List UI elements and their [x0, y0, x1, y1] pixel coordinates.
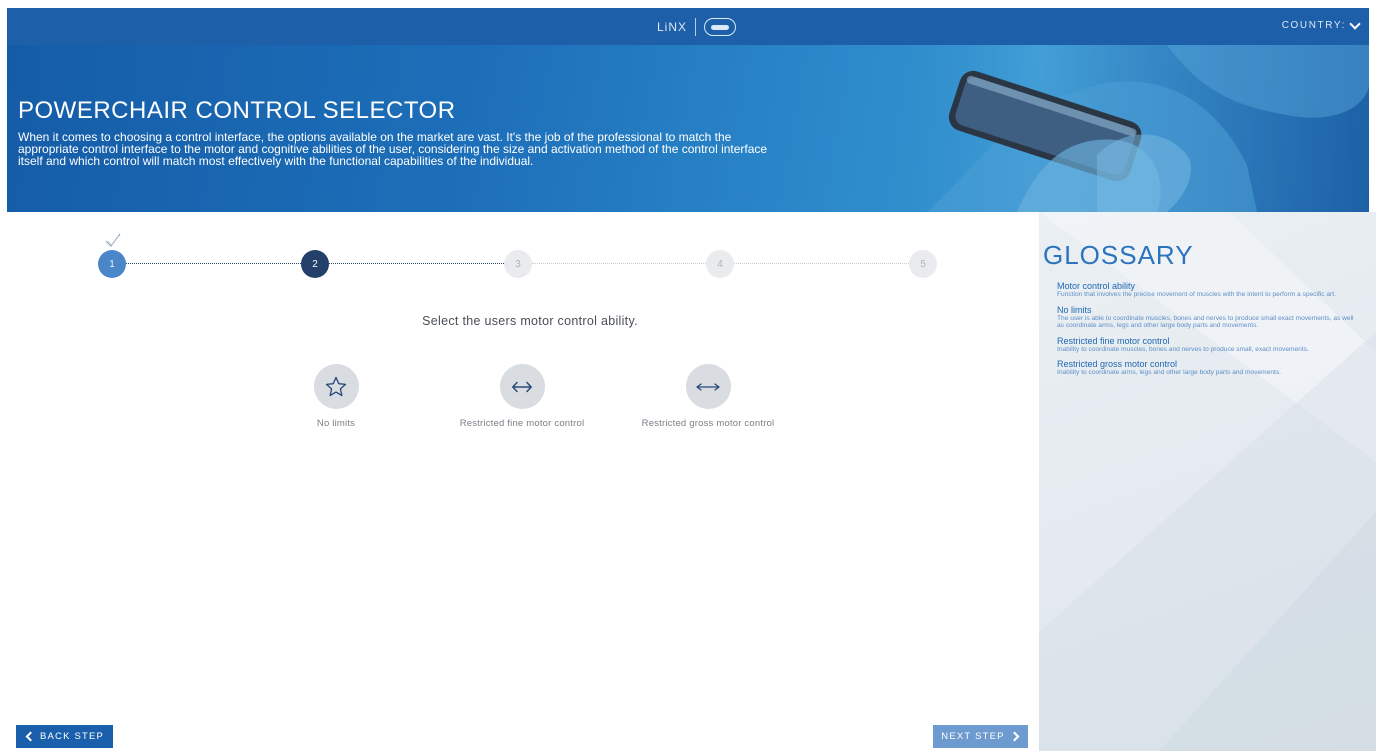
option-circle: [685, 364, 731, 409]
page-title: POWERCHAIR CONTROL SELECTOR: [18, 97, 456, 124]
step-4: 4: [706, 250, 734, 278]
step-connector: [734, 263, 909, 264]
step-connector: [329, 263, 504, 264]
glossary-term: Restricted fine motor control: [1057, 335, 1170, 346]
option-no-limits[interactable]: No limits: [251, 364, 421, 429]
hero-photo-hand-phone: [867, 45, 1369, 212]
glossary-entry: Motor control ability Function that invo…: [1057, 281, 1362, 299]
glossary-term: No limits: [1057, 304, 1092, 315]
next-step-button[interactable]: NEXT STEP: [933, 725, 1028, 748]
hero-description: When it comes to choosing a control inte…: [18, 130, 768, 168]
step-progress: 1 2 3 4 5: [98, 250, 938, 280]
option-label: Restricted fine motor control: [459, 418, 585, 429]
glossary-term: Restricted gross motor control: [1057, 359, 1178, 369]
hero-banner: POWERCHAIR CONTROL SELECTOR When it come…: [7, 45, 1369, 212]
step-complete-check-icon: [105, 233, 121, 247]
option-circle: [499, 364, 545, 409]
back-step-label: BACK STEP: [39, 731, 105, 742]
chevron-down-icon: [1349, 17, 1361, 30]
glossary-definition: Inability to coordinate muscles, bones a…: [1057, 345, 1309, 353]
glossary-entry: Restricted gross motor control Inability…: [1057, 359, 1362, 377]
double-arrow-icon: [512, 381, 532, 392]
step-number: 1: [109, 258, 115, 270]
step-5: 5: [909, 250, 937, 278]
step-2[interactable]: 2: [301, 250, 329, 278]
step-number: 4: [717, 258, 723, 270]
step-number: 5: [920, 258, 926, 270]
step-connector: [126, 263, 301, 264]
step-number: 3: [515, 258, 521, 270]
country-label: COUNTRY:: [1281, 20, 1346, 31]
glossary-entry: Restricted fine motor control Inability …: [1057, 336, 1362, 354]
option-label: Restricted gross motor control: [641, 418, 775, 429]
long-double-arrow-icon: [696, 382, 720, 391]
step-number: 2: [312, 258, 318, 270]
next-step-label: NEXT STEP: [941, 731, 1005, 742]
invacare-logo-icon: [704, 18, 737, 36]
chevron-right-icon: [1009, 731, 1020, 742]
glossary-panel: GLOSSARY Motor control ability Function …: [1039, 212, 1376, 751]
question-prompt: Select the users motor control ability.: [422, 314, 638, 328]
glossary-title: GLOSSARY: [1043, 240, 1194, 270]
step-connector: [532, 263, 706, 264]
top-bar: LiNX COUNTRY:: [7, 8, 1369, 45]
glossary-entry: No limits The user is able to coordinate…: [1057, 305, 1362, 330]
step-1[interactable]: 1: [98, 250, 126, 278]
option-label: No limits: [316, 418, 356, 429]
chevron-left-icon: [25, 731, 36, 742]
glossary-entries: Motor control ability Function that invo…: [1057, 281, 1362, 383]
logo-divider: [695, 18, 697, 36]
glossary-definition: The user is able to coordinate muscles, …: [1057, 314, 1354, 330]
logo-text: LiNX: [657, 20, 688, 34]
option-circle: [313, 364, 359, 409]
glossary-term: Motor control ability: [1057, 281, 1136, 291]
country-selector[interactable]: COUNTRY:: [1281, 17, 1361, 31]
step-3: 3: [504, 250, 532, 278]
back-step-button[interactable]: BACK STEP: [16, 725, 113, 748]
option-restricted-gross-motor[interactable]: Restricted gross motor control: [623, 364, 793, 429]
option-restricted-fine-motor[interactable]: Restricted fine motor control: [437, 364, 607, 429]
glossary-definition: Function that involves the precise movem…: [1057, 291, 1336, 298]
linx-logo[interactable]: LiNX: [657, 17, 737, 37]
star-icon: [325, 376, 347, 396]
glossary-definition: Inability to coordinate arms, legs and o…: [1057, 369, 1281, 376]
